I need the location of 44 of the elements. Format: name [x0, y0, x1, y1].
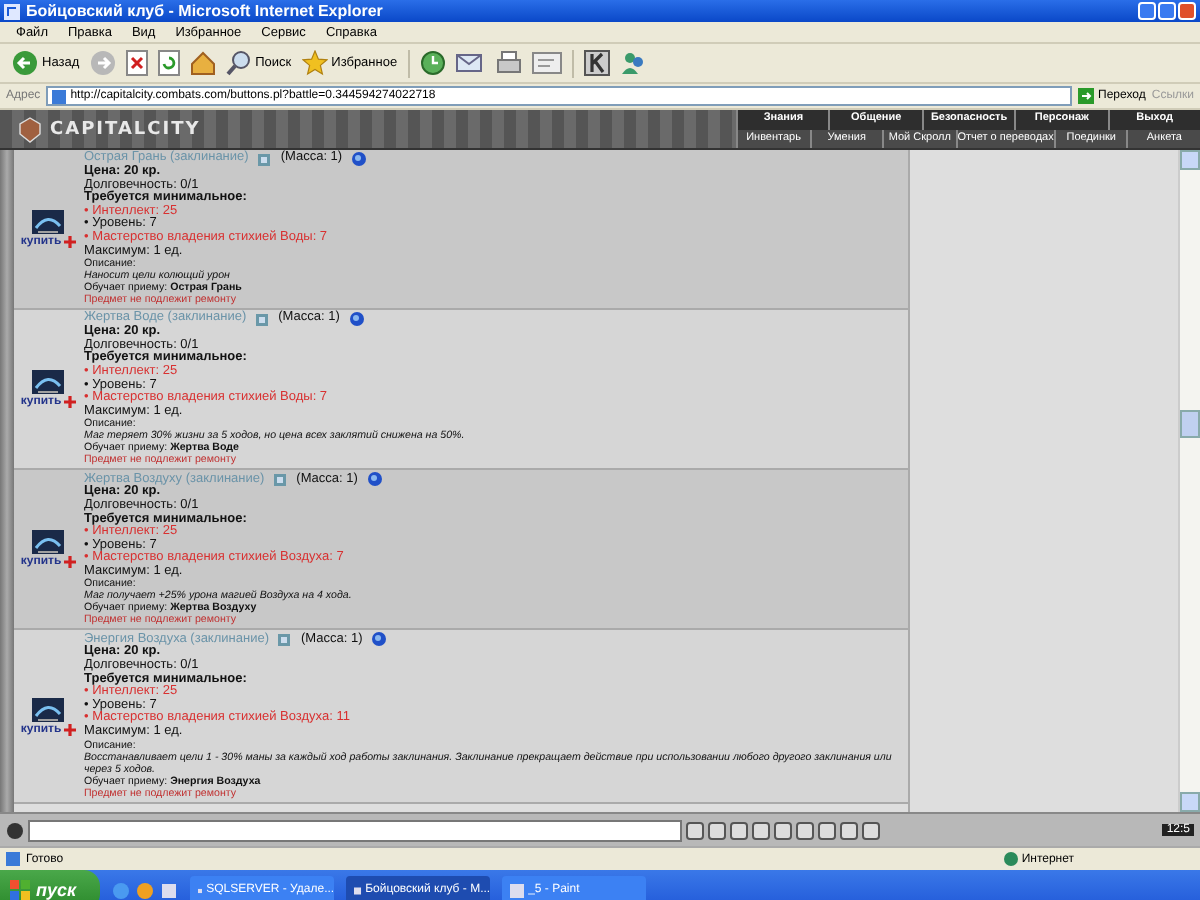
page-icon	[52, 89, 67, 103]
spell-icon	[32, 530, 64, 555]
windows-logo-icon	[10, 880, 30, 900]
info-square-icon[interactable]	[274, 473, 287, 486]
page-icon	[6, 852, 20, 866]
go-arrow-icon	[1078, 88, 1095, 104]
crest-icon	[16, 115, 44, 143]
search-icon[interactable]	[225, 50, 252, 76]
scrollbar[interactable]	[1178, 150, 1200, 812]
maximize-button[interactable]	[1158, 2, 1176, 20]
plus-icon[interactable]	[63, 236, 76, 249]
spell-icon	[32, 370, 64, 395]
history-icon[interactable]	[419, 50, 446, 76]
game-logo: CAPITALCITY	[50, 119, 201, 139]
plus-icon[interactable]	[63, 723, 76, 736]
globe-icon[interactable]	[349, 312, 364, 327]
star-icon[interactable]	[301, 50, 328, 76]
chat-input[interactable]	[28, 819, 682, 841]
stop-icon[interactable]	[125, 50, 148, 76]
home-icon[interactable]	[189, 50, 216, 76]
window-title: Бойцовский клуб - Microsoft Internet Explorer	[26, 2, 383, 20]
window-icon	[510, 883, 525, 897]
info-square-icon[interactable]	[278, 633, 291, 646]
globe-icon	[1003, 852, 1018, 866]
back-icon[interactable]	[12, 50, 38, 76]
plus-icon[interactable]	[63, 556, 76, 569]
refresh-icon[interactable]	[157, 50, 180, 76]
globe-icon[interactable]	[352, 152, 367, 166]
plus-icon[interactable]	[63, 396, 76, 409]
minimize-button[interactable]	[1138, 2, 1156, 20]
close-button[interactable]	[1178, 2, 1196, 20]
globe-icon[interactable]	[367, 472, 382, 487]
printer-icon[interactable]	[495, 50, 522, 76]
mail-icon[interactable]	[455, 50, 486, 76]
document-icon[interactable]	[531, 50, 562, 76]
spell-icon	[32, 210, 64, 235]
globe-icon[interactable]	[372, 632, 387, 647]
spell-icon	[32, 697, 64, 722]
start-button[interactable]: пуск	[0, 870, 101, 900]
k-logo-icon[interactable]	[583, 50, 610, 76]
info-square-icon[interactable]	[258, 153, 271, 165]
people-icon[interactable]	[619, 50, 646, 76]
info-square-icon[interactable]	[256, 313, 269, 326]
window-icon	[354, 883, 362, 897]
